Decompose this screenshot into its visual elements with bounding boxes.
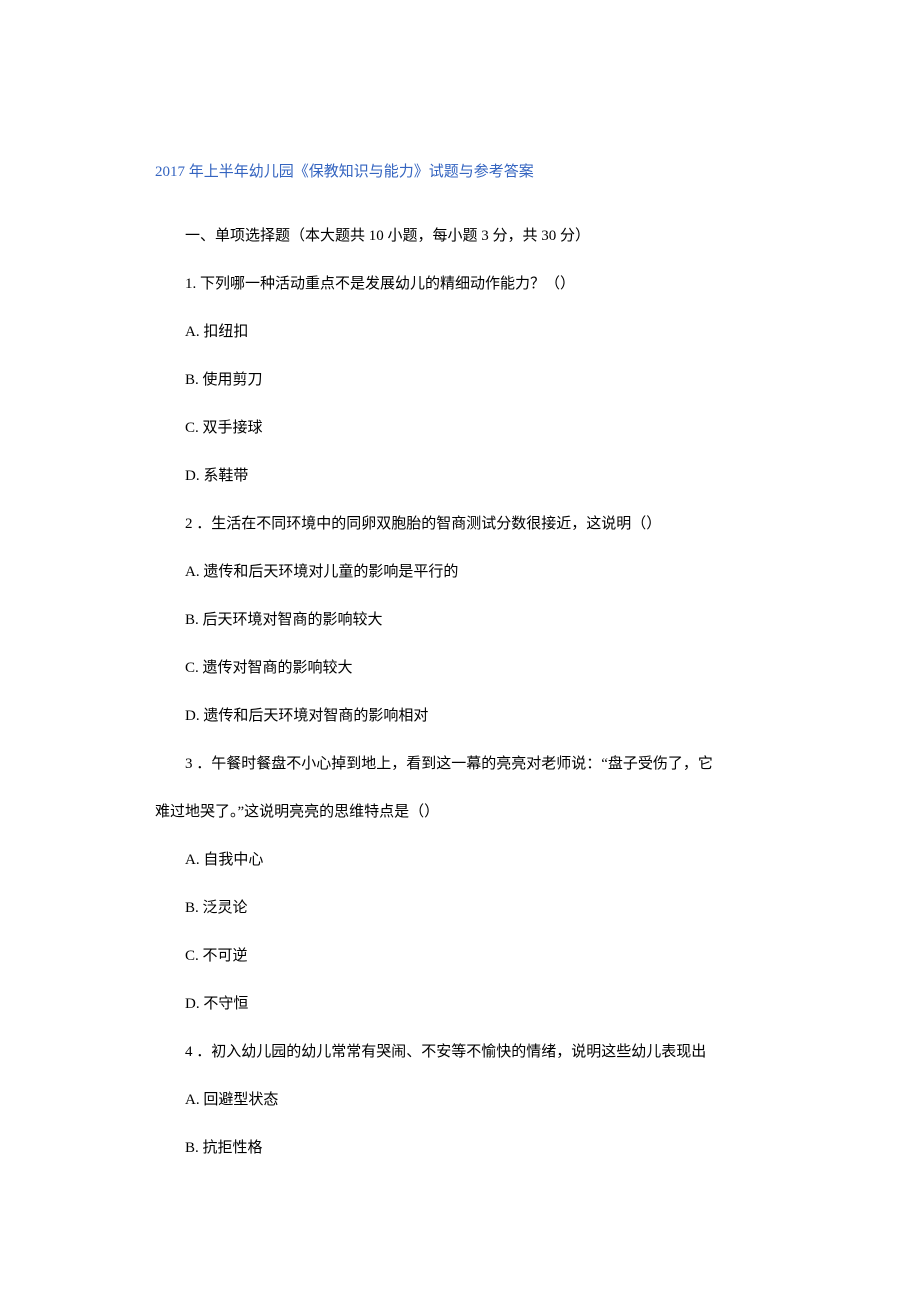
question-option: D. 不守恒 (155, 992, 765, 1016)
question-option: C. 双手接球 (155, 416, 765, 440)
question-option: A. 遗传和后天环境对儿童的影响是平行的 (155, 560, 765, 584)
question-option: A. 回避型状态 (155, 1088, 765, 1112)
question-option: B. 抗拒性格 (155, 1136, 765, 1160)
question-stem: 3 ．午餐时餐盘不小心掉到地上，看到这一幕的亮亮对老师说：“盘子受伤了，它 (155, 752, 765, 776)
question-option: B. 使用剪刀 (155, 368, 765, 392)
question-option: D. 遗传和后天环境对智商的影响相对 (155, 704, 765, 728)
document-page: 2017 年上半年幼儿园《保教知识与能力》试题与参考答案 一、单项选择题（本大题… (0, 0, 920, 1284)
question-option: A. 扣纽扣 (155, 320, 765, 344)
question-option: C. 遗传对智商的影响较大 (155, 656, 765, 680)
question-stem-continuation: 难过地哭了。”这说明亮亮的思维特点是（） (155, 800, 765, 824)
question-stem: 2 ．生活在不同环境中的同卵双胞胎的智商测试分数很接近，这说明（） (155, 512, 765, 536)
question-option: A. 自我中心 (155, 848, 765, 872)
question-option: D. 系鞋带 (155, 464, 765, 488)
question-stem: 1. 下列哪一种活动重点不是发展幼儿的精细动作能力？（） (155, 272, 765, 296)
document-title: 2017 年上半年幼儿园《保教知识与能力》试题与参考答案 (155, 160, 765, 184)
question-option: B. 后天环境对智商的影响较大 (155, 608, 765, 632)
section-heading: 一、单项选择题（本大题共 10 小题，每小题 3 分，共 30 分） (155, 224, 765, 248)
question-option: C. 不可逆 (155, 944, 765, 968)
question-option: B. 泛灵论 (155, 896, 765, 920)
question-stem: 4 ．初入幼儿园的幼儿常常有哭闹、不安等不愉快的情绪，说明这些幼儿表现出 (155, 1040, 765, 1064)
